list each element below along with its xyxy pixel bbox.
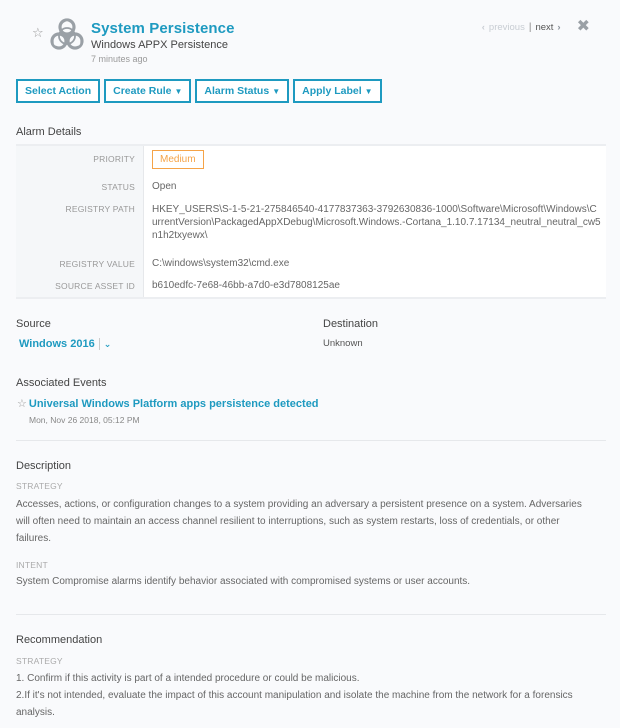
priority-badge: Medium	[152, 150, 204, 169]
description-strategy-label: STRATEGY	[16, 481, 63, 491]
alarm-detail-panel: ☆ System Persistence Windows APPX Persis…	[0, 0, 620, 728]
apply-label-label: Apply Label	[302, 85, 362, 97]
alarm-status-button[interactable]: Alarm Status ▼	[195, 79, 290, 103]
destination-value: Unknown	[323, 338, 363, 349]
description-heading: Description	[16, 460, 72, 472]
pager-separator: |	[528, 21, 532, 33]
favorite-star-icon[interactable]: ☆	[32, 26, 46, 40]
alarm-details-table: PRIORITY STATUS REGISTRY PATH REGISTRY V…	[16, 144, 606, 299]
description-intent-text: System Compromise alarms identify behavi…	[16, 576, 471, 587]
previous-link[interactable]: previous	[489, 22, 525, 33]
select-action-button[interactable]: Select Action	[16, 79, 101, 103]
registry-value-label: REGISTRY VALUE	[59, 259, 135, 269]
destination-label: Destination	[323, 318, 379, 330]
alarm-title: System Persistence	[91, 20, 235, 37]
registry-value-value: C:\windows\system32\cmd.exe	[152, 258, 290, 269]
chevron-right-icon[interactable]: ›	[557, 22, 560, 33]
associated-event-link[interactable]: Universal Windows Platform apps persiste…	[29, 398, 319, 410]
source-asset-id-value: b610edfc-7e68-46bb-a7d0-e3d7808125ae	[152, 280, 340, 291]
divider	[16, 614, 606, 615]
chevron-left-icon: ‹	[481, 21, 485, 33]
alarm-details-heading: Alarm Details	[16, 126, 82, 138]
source-value: Windows 2016	[19, 338, 95, 350]
biohazard-icon	[50, 18, 84, 50]
source-divider	[98, 338, 100, 350]
associated-event-item: ☆ Universal Windows Platform apps persis…	[17, 397, 319, 411]
alarm-subtitle: Windows APPX Persistence	[91, 39, 228, 51]
caret-down-icon: ▼	[364, 86, 373, 96]
recommendation-strategy-label: STRATEGY	[16, 656, 63, 666]
divider	[16, 440, 606, 441]
description-strategy-text: Accesses, actions, or configuration chan…	[16, 499, 582, 544]
registry-path-label: REGISTRY PATH	[65, 204, 135, 214]
recommendation-heading: Recommendation	[16, 634, 103, 646]
priority-value: Medium	[152, 150, 204, 169]
close-icon[interactable]: ✖	[577, 19, 590, 35]
alarm-time-ago: 7 minutes ago	[91, 54, 148, 64]
priority-label: PRIORITY	[93, 154, 135, 164]
caret-down-icon: ▼	[272, 86, 281, 96]
source-label: Source	[16, 318, 51, 330]
recommendation-step-2: 2.If it's not intended, evaluate the imp…	[16, 690, 573, 718]
recommendation-step-1: 1. Confirm if this activity is part of a…	[16, 673, 360, 684]
status-label: STATUS	[101, 182, 135, 192]
status-value: Open	[152, 181, 177, 192]
caret-down-icon: ▼	[174, 86, 183, 96]
associated-events-heading: Associated Events	[16, 377, 107, 389]
create-rule-label: Create Rule	[113, 85, 172, 97]
pager: ‹ previous | next › ✖	[481, 19, 590, 35]
chevron-down-icon[interactable]: ⌄	[104, 339, 112, 350]
select-action-label: Select Action	[25, 85, 92, 97]
action-toolbar: Select Action Create Rule ▼ Alarm Status…	[16, 79, 382, 103]
create-rule-button[interactable]: Create Rule ▼	[104, 79, 192, 103]
next-link[interactable]: next	[535, 22, 553, 33]
description-intent-label: INTENT	[16, 560, 48, 570]
source-asset-id-label: SOURCE ASSET ID	[55, 281, 135, 291]
event-star-icon[interactable]: ☆	[17, 397, 27, 410]
details-label-column: PRIORITY STATUS REGISTRY PATH REGISTRY V…	[16, 146, 144, 297]
alarm-header: ☆ System Persistence Windows APPX Persis…	[16, 0, 604, 70]
source-dropdown[interactable]: Windows 2016 ⌄	[19, 338, 111, 350]
apply-label-button[interactable]: Apply Label ▼	[293, 79, 382, 103]
alarm-status-label: Alarm Status	[204, 85, 270, 97]
associated-event-date: Mon, Nov 26 2018, 05:12 PM	[29, 415, 140, 425]
registry-path-value: HKEY_USERS\S-1-5-21-275846540-4177837363…	[152, 204, 601, 241]
